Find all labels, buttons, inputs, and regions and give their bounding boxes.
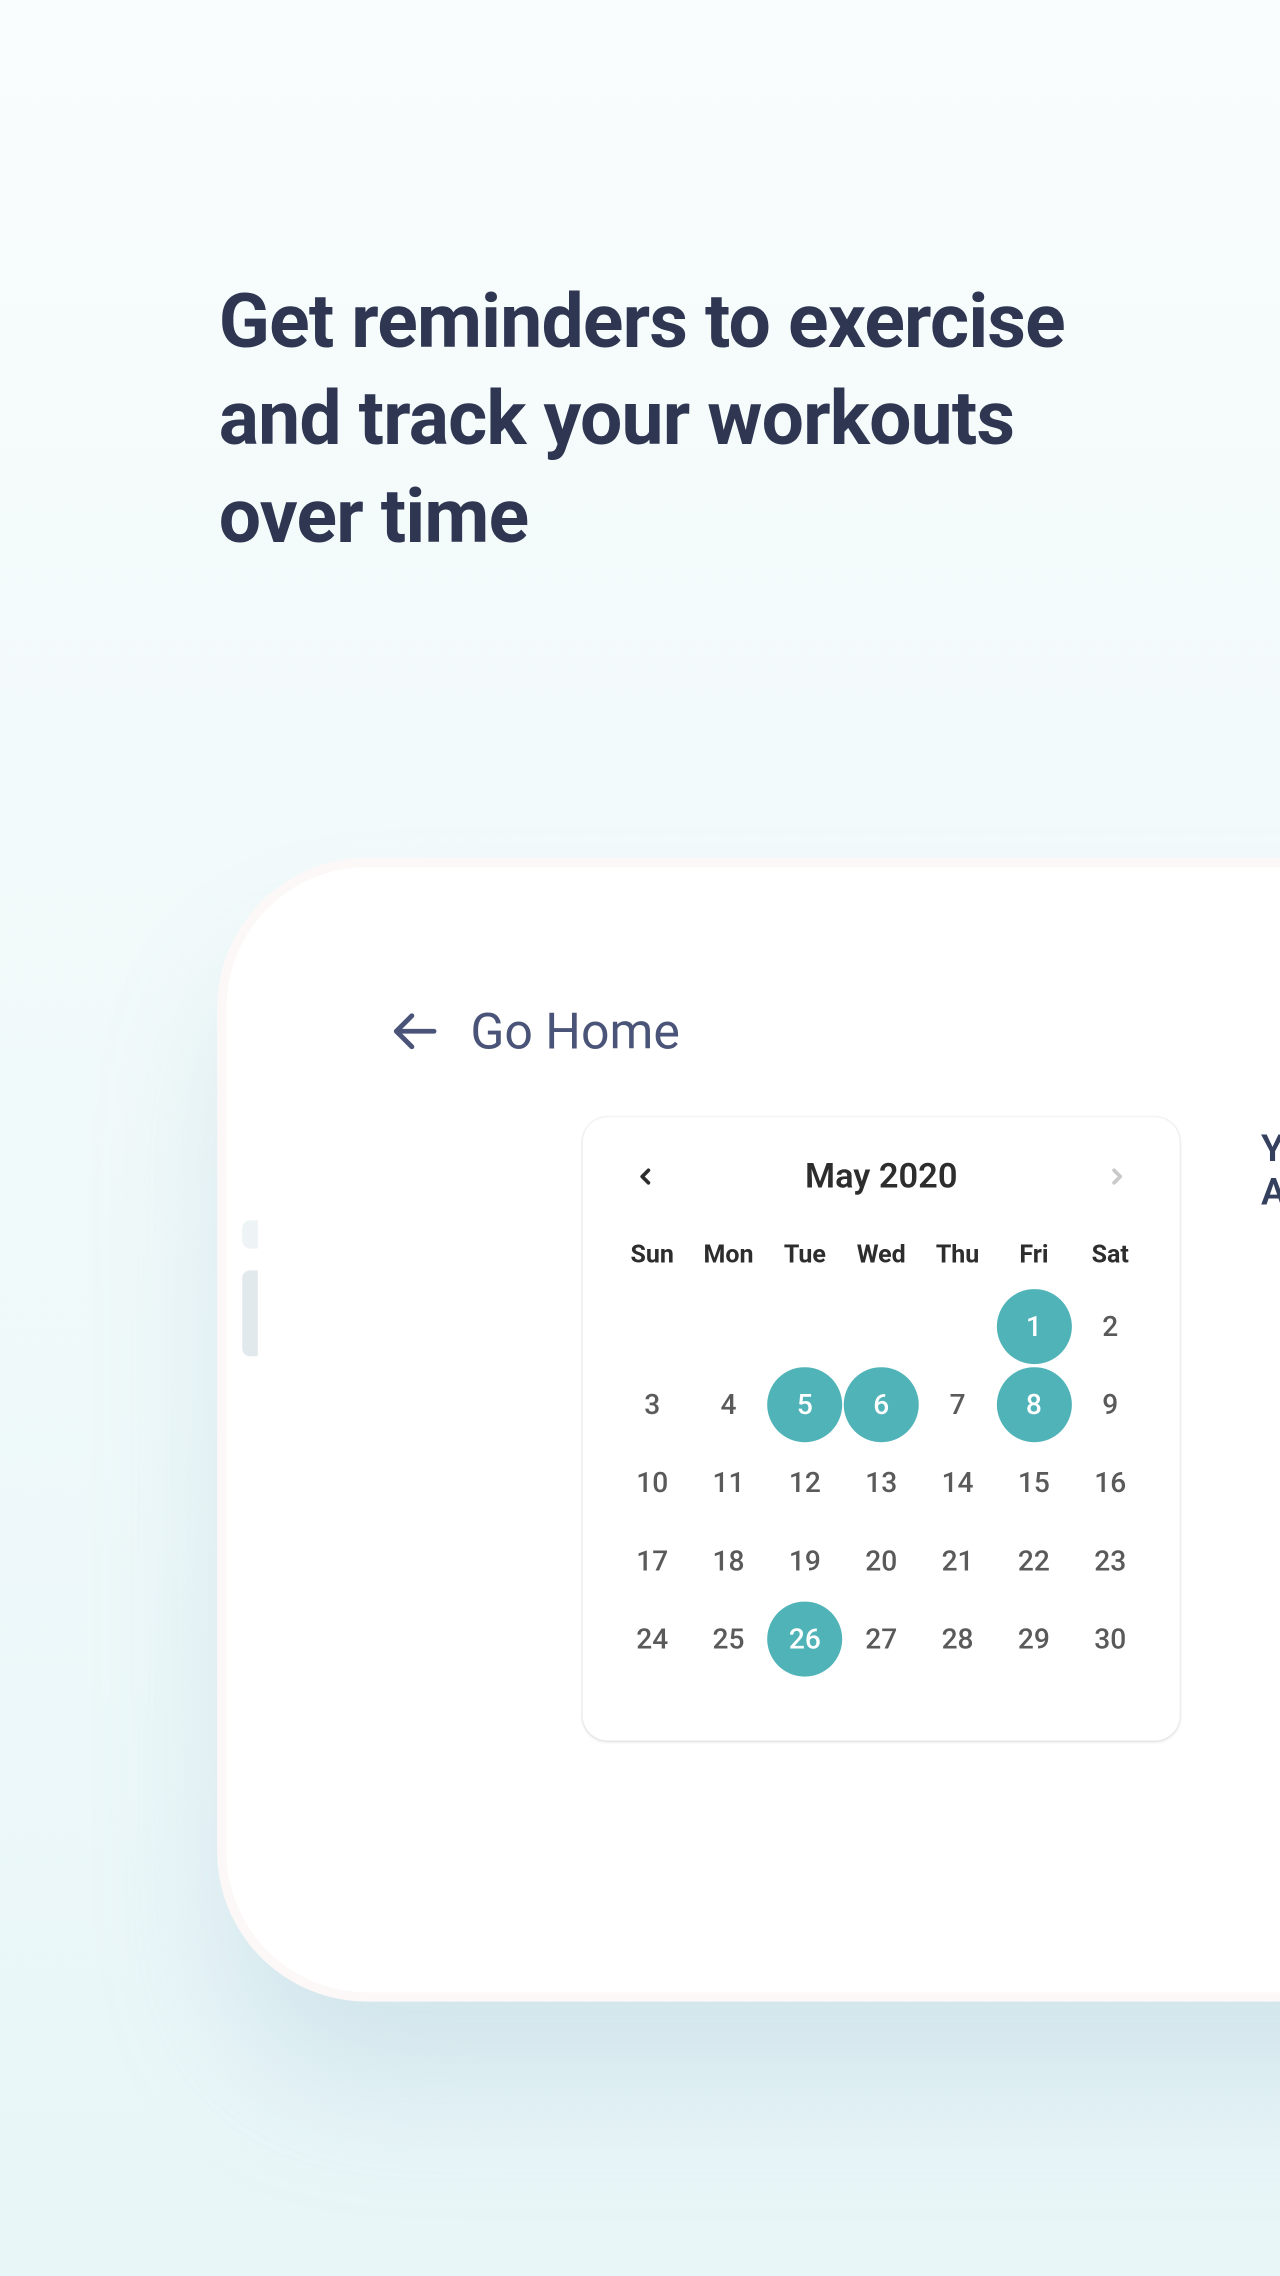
calendar-prev-button[interactable]	[620, 1152, 670, 1202]
calendar-day-highlight: 5	[767, 1367, 842, 1442]
calendar-day[interactable]: 24	[614, 1600, 690, 1678]
calendar-dow-header: Thu	[919, 1230, 995, 1288]
calendar-day[interactable]: 2	[1072, 1288, 1148, 1366]
calendar-day[interactable]: 23	[1072, 1522, 1148, 1600]
side-text-line: A	[1261, 1171, 1280, 1214]
calendar-day[interactable]: 10	[614, 1444, 690, 1522]
calendar-day[interactable]: 29	[996, 1600, 1072, 1678]
calendar-header: May 2020	[614, 1152, 1148, 1230]
calendar-day[interactable]: 21	[919, 1522, 995, 1600]
calendar-day[interactable]: 9	[1072, 1366, 1148, 1444]
calendar-day[interactable]: 4	[690, 1366, 766, 1444]
calendar-day[interactable]: 5	[767, 1366, 843, 1444]
calendar-dow-header: Sun	[614, 1230, 690, 1288]
hardware-button	[242, 1220, 258, 1248]
calendar-day-highlight: 26	[767, 1602, 842, 1677]
calendar-day-empty	[614, 1288, 690, 1366]
calendar-day[interactable]: 12	[767, 1444, 843, 1522]
calendar-dow-header: Sat	[1072, 1230, 1148, 1288]
calendar-day[interactable]: 6	[843, 1366, 919, 1444]
calendar-day[interactable]: 26	[767, 1600, 843, 1678]
calendar-day-highlight: 8	[996, 1367, 1071, 1442]
calendar-day[interactable]: 15	[996, 1444, 1072, 1522]
calendar-day[interactable]: 3	[614, 1366, 690, 1444]
calendar-grid: SunMonTueWedThuFriSat1234567891011121314…	[614, 1230, 1148, 1678]
calendar-day-highlight: 1	[996, 1289, 1071, 1364]
phone-screen: Go Home May 2020 SunMon	[273, 914, 1280, 1945]
calendar-card: May 2020 SunMonTueWedThuFriSat1234567891…	[583, 1117, 1180, 1740]
hardware-volume-button	[242, 1270, 258, 1356]
go-home-label: Go Home	[470, 1002, 680, 1061]
calendar-day-empty	[767, 1288, 843, 1366]
calendar-day-empty	[690, 1288, 766, 1366]
calendar-day[interactable]: 16	[1072, 1444, 1148, 1522]
arrow-left-icon	[386, 1003, 442, 1059]
phone-frame: Go Home May 2020 SunMon	[227, 867, 1280, 1992]
calendar-day-highlight: 6	[844, 1367, 919, 1442]
calendar-day[interactable]: 22	[996, 1522, 1072, 1600]
calendar-day[interactable]: 1	[996, 1288, 1072, 1366]
side-text-line: Y	[1261, 1128, 1280, 1171]
calendar-day[interactable]: 14	[919, 1444, 995, 1522]
calendar-day[interactable]: 13	[843, 1444, 919, 1522]
go-home-button[interactable]: Go Home	[386, 1002, 680, 1061]
calendar-next-button[interactable]	[1092, 1152, 1142, 1202]
calendar-day[interactable]: 28	[919, 1600, 995, 1678]
calendar-dow-header: Mon	[690, 1230, 766, 1288]
calendar-title: May 2020	[805, 1157, 957, 1196]
calendar-day[interactable]: 18	[690, 1522, 766, 1600]
calendar-day[interactable]: 19	[767, 1522, 843, 1600]
calendar-dow-header: Wed	[843, 1230, 919, 1288]
calendar-day[interactable]: 27	[843, 1600, 919, 1678]
calendar-dow-header: Fri	[996, 1230, 1072, 1288]
side-panel-text: Y A	[1261, 1128, 1280, 1214]
page-headline: Get reminders to exercise and track your…	[219, 273, 1094, 565]
calendar-day[interactable]: 20	[843, 1522, 919, 1600]
calendar-day-empty	[919, 1288, 995, 1366]
calendar-day[interactable]: 30	[1072, 1600, 1148, 1678]
calendar-day-empty	[843, 1288, 919, 1366]
calendar-day[interactable]: 8	[996, 1366, 1072, 1444]
calendar-day[interactable]: 7	[919, 1366, 995, 1444]
calendar-day[interactable]: 17	[614, 1522, 690, 1600]
calendar-day[interactable]: 11	[690, 1444, 766, 1522]
calendar-day[interactable]: 25	[690, 1600, 766, 1678]
calendar-dow-header: Tue	[767, 1230, 843, 1288]
